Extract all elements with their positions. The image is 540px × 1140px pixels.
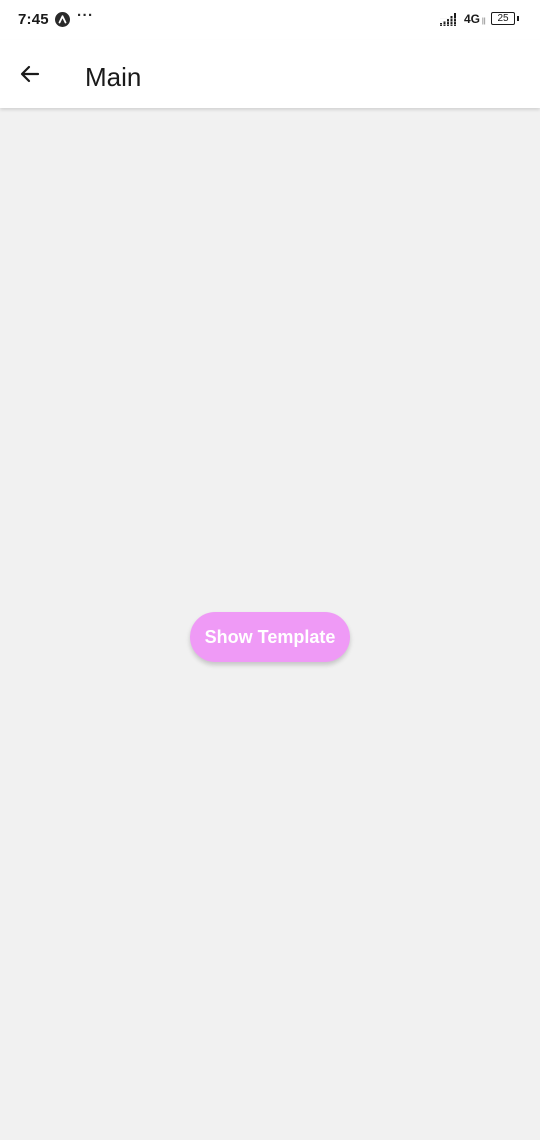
show-template-button[interactable]: Show Template bbox=[190, 612, 350, 662]
arrow-left-icon bbox=[20, 65, 40, 83]
network-type-label: 4G bbox=[464, 12, 481, 26]
app-bar: Main bbox=[0, 40, 540, 108]
more-dots-icon: ··· bbox=[77, 7, 94, 24]
back-button[interactable] bbox=[10, 54, 50, 94]
status-bar: 7:45 ··· 4G || 25 bbox=[0, 0, 540, 40]
network-activity-indicator: || bbox=[482, 18, 486, 25]
status-time: 7:45 bbox=[18, 11, 49, 28]
battery-level: 25 bbox=[497, 13, 509, 24]
app-notification-icon bbox=[55, 12, 70, 27]
battery-tip bbox=[517, 16, 519, 21]
signal-icon bbox=[440, 13, 460, 26]
page-title: Main bbox=[85, 62, 142, 92]
